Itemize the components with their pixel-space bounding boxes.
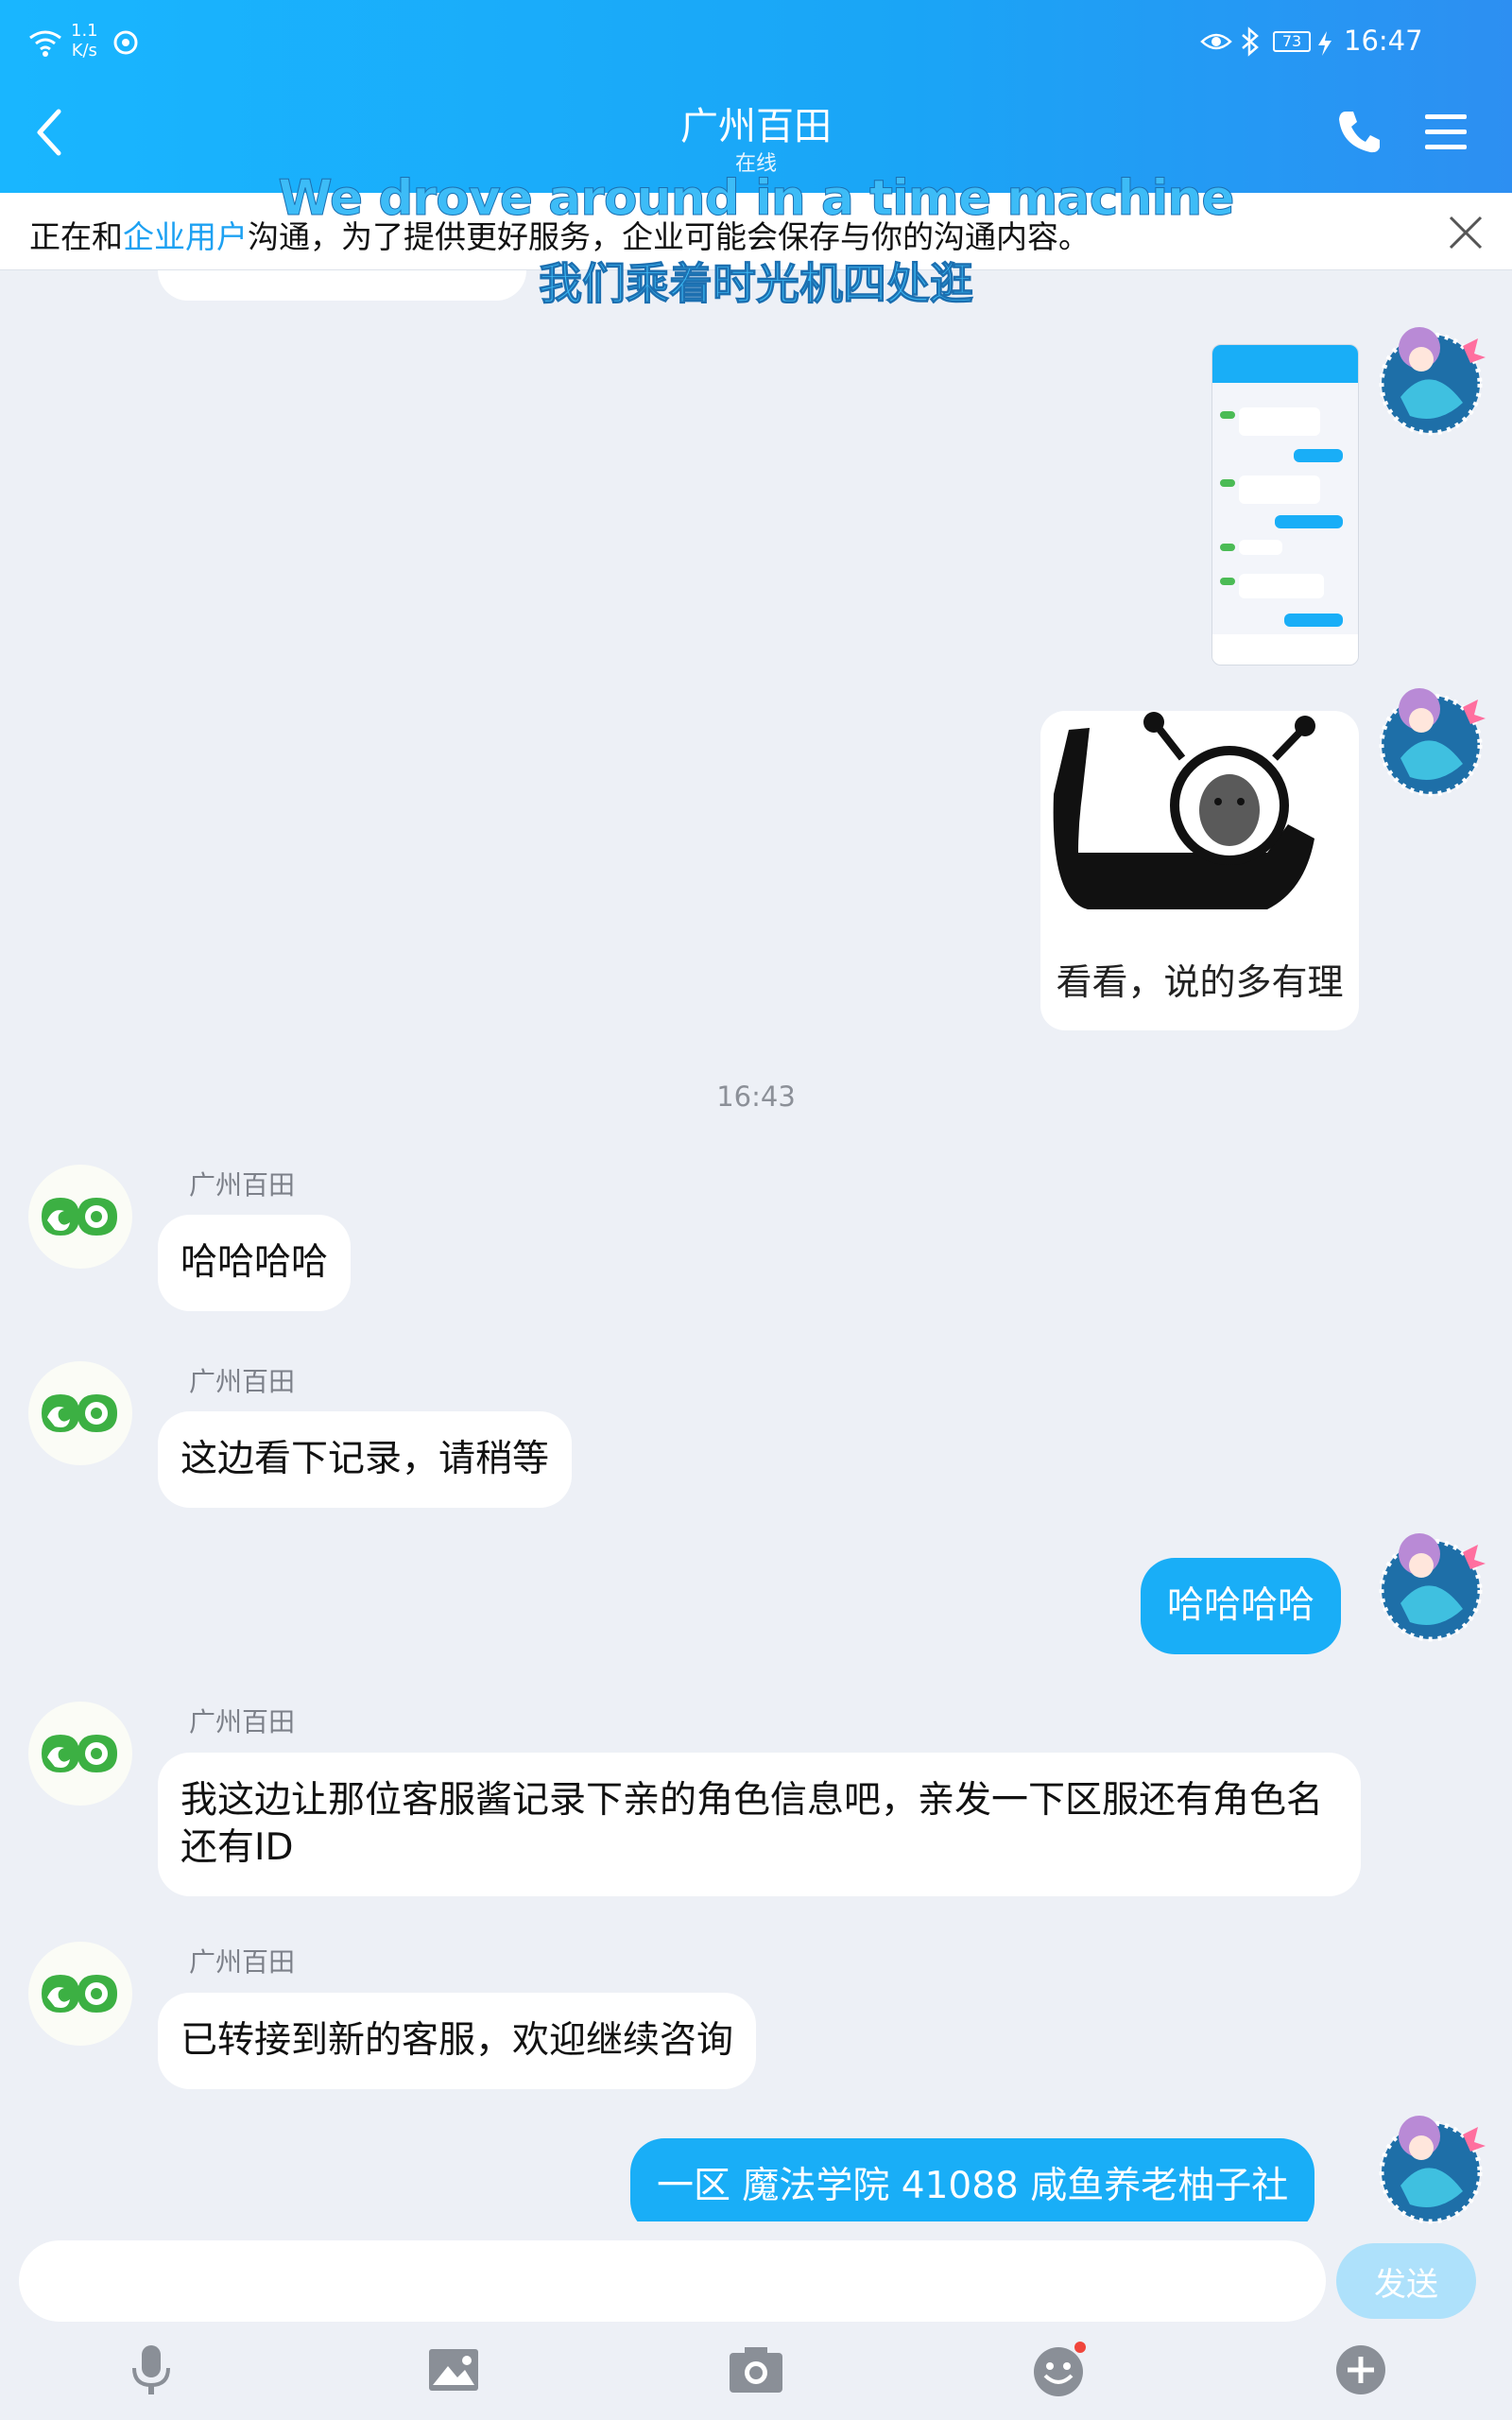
speed-unit: K/s <box>71 41 97 60</box>
clock: 16:47 <box>1344 25 1423 57</box>
screenshot-image[interactable] <box>1211 344 1359 666</box>
network-speed: 1.1 K/s <box>71 21 98 60</box>
message-input[interactable] <box>19 2240 1326 2322</box>
image-icon[interactable] <box>423 2340 484 2400</box>
plus-icon[interactable] <box>1331 2340 1391 2400</box>
phone-icon[interactable] <box>1336 108 1382 155</box>
meme-drawing <box>1053 712 1315 909</box>
eye-icon <box>1200 33 1232 50</box>
meme-image[interactable]: 看看，说的多有理 <box>1040 711 1359 1030</box>
my-message-bubble[interactable]: 哈哈哈哈 <box>1141 1558 1342 1654</box>
wifi-icon <box>29 30 61 57</box>
chat-title: 广州百田 <box>680 105 832 148</box>
subtitle-english: We drove around in a time machine <box>278 170 1235 228</box>
bluetooth-icon <box>1242 26 1259 57</box>
message-bubble[interactable]: 我这边让那位客服酱记录下亲的角色信息吧，亲发一下区服还有角色名还有ID <box>158 1753 1361 1896</box>
my-message-bubble[interactable]: 一区 魔法学院 41088 咸鱼养老柚子社 <box>630 2138 1315 2221</box>
message-bubble[interactable]: 哈哈哈哈 <box>158 1215 352 1311</box>
title-bar: 1.1 K/s 73 16:47 广州百田 在线 <box>0 0 1512 193</box>
message-bubble[interactable]: 已转接到新的客服，欢迎继续咨询 <box>158 1993 757 2089</box>
send-button[interactable]: 发送 <box>1336 2243 1476 2319</box>
camera-icon[interactable] <box>726 2340 786 2400</box>
meme-caption: 看看，说的多有理 <box>1056 961 1344 1003</box>
sender-name: 广州百田 <box>189 1366 296 1397</box>
my-avatar[interactable] <box>1372 683 1489 800</box>
speed-value: 1.1 <box>71 21 98 41</box>
contact-avatar[interactable] <box>28 1361 132 1465</box>
sender-name: 广州百田 <box>189 1169 296 1201</box>
sender-name: 广州百田 <box>189 1706 296 1737</box>
app-notification-icon <box>113 30 138 55</box>
my-avatar[interactable] <box>1372 321 1489 439</box>
contact-avatar[interactable] <box>28 1702 132 1806</box>
menu-icon[interactable] <box>1425 112 1467 153</box>
battery-level: 73 <box>1273 31 1311 52</box>
my-avatar[interactable] <box>1372 1528 1489 1645</box>
mic-icon[interactable] <box>121 2340 181 2400</box>
chat-clip: 一区 魔法学院 41088 咸鱼养老柚子社 <box>0 2127 1512 2221</box>
contact-avatar[interactable] <box>28 1942 132 2046</box>
emoji-icon[interactable] <box>1028 2340 1089 2400</box>
contact-avatar[interactable] <box>28 1165 132 1269</box>
message-bubble[interactable]: 这边看下记录，请稍等 <box>158 1411 573 1508</box>
time-separator: 16:43 <box>716 1080 796 1113</box>
charging-icon <box>1318 31 1332 56</box>
sender-name: 广州百田 <box>189 1946 296 1978</box>
subtitle-chinese: 我们乘着时光机四处逛 <box>539 258 974 310</box>
